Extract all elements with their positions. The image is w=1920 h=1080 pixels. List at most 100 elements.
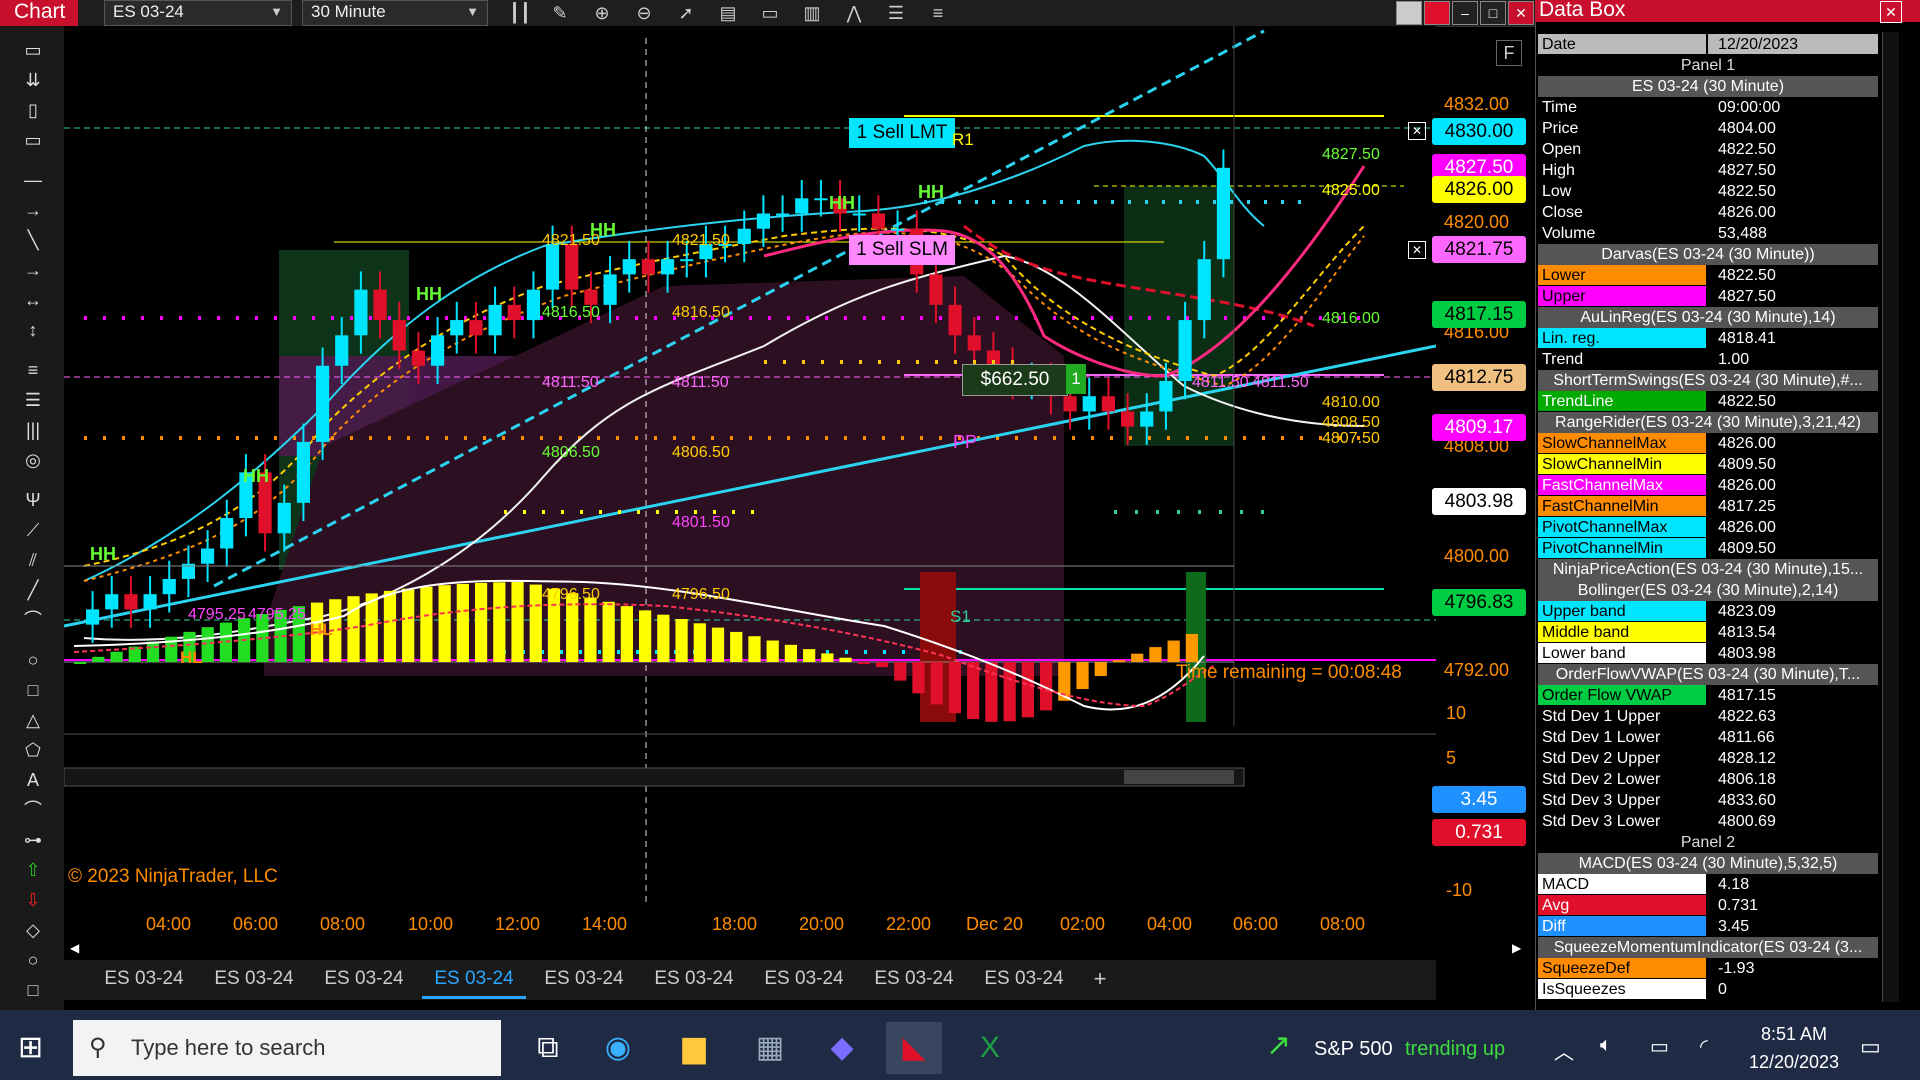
maximize-icon[interactable]: □ bbox=[1480, 1, 1506, 25]
chart-tab[interactable]: ES 03-24 bbox=[532, 962, 636, 996]
news-status[interactable]: trending up bbox=[1405, 1038, 1505, 1061]
strategies-icon[interactable]: ⋀ bbox=[840, 1, 868, 25]
data-box-key: Avg bbox=[1538, 895, 1706, 915]
data-box-value: 4811.66 bbox=[1718, 729, 1775, 746]
chart-tab[interactable]: ES 03-24 bbox=[642, 962, 746, 996]
cancel-order-icon[interactable]: ✕ bbox=[1408, 122, 1426, 140]
macd-histogram-bar bbox=[1094, 662, 1107, 676]
ellipse-icon[interactable]: ○ bbox=[18, 646, 48, 674]
chart-tab[interactable]: ES 03-24 bbox=[312, 962, 416, 996]
cancel-order-icon[interactable]: ✕ bbox=[1408, 241, 1426, 259]
clock-time[interactable]: 8:51 AM bbox=[1744, 1024, 1844, 1045]
chart-tab-active[interactable]: ES 03-24 bbox=[422, 962, 526, 999]
sell-limit-order[interactable]: 1 Sell LMT bbox=[849, 118, 955, 148]
gann-fan-icon[interactable]: ⟋ bbox=[18, 516, 48, 544]
zoom-in-icon[interactable]: ⊕ bbox=[588, 1, 616, 25]
chart-tab[interactable]: ES 03-24 bbox=[972, 962, 1076, 996]
interval-selector[interactable]: 30 Minute ▼ bbox=[302, 0, 488, 26]
candle-body bbox=[335, 335, 349, 366]
templates-icon[interactable]: ▭ bbox=[756, 1, 784, 25]
polygon-icon[interactable]: ⬠ bbox=[18, 736, 48, 764]
scroll-left-icon[interactable]: ◀ bbox=[70, 941, 79, 955]
arc-icon[interactable]: ⌒ bbox=[18, 606, 48, 634]
clock-date[interactable]: 12/20/2023 bbox=[1744, 1052, 1844, 1073]
position-quantity[interactable]: 1 bbox=[1066, 364, 1086, 394]
position-pnl[interactable]: $662.50 bbox=[962, 364, 1068, 396]
menu-icon[interactable]: ≡ bbox=[924, 1, 952, 25]
data-box-title: Data Box bbox=[1535, 0, 1920, 22]
rectangle-icon[interactable]: □ bbox=[18, 676, 48, 704]
line-icon[interactable]: — bbox=[18, 166, 48, 194]
regression-channel-icon[interactable]: ⫽ bbox=[18, 546, 48, 574]
horizontal-line-icon[interactable]: ↔ bbox=[18, 286, 48, 314]
dot-icon[interactable]: ○ bbox=[18, 946, 48, 974]
time-cycles-icon[interactable]: ⊶ bbox=[18, 826, 48, 854]
chevron-up-icon[interactable]: ︿ bbox=[1554, 1036, 1574, 1065]
minimize-icon[interactable]: – bbox=[1452, 1, 1478, 25]
properties-icon[interactable]: ☰ bbox=[882, 1, 910, 25]
news-title[interactable]: S&P 500 bbox=[1314, 1038, 1393, 1061]
fib-retracement-icon[interactable]: ≡ bbox=[18, 356, 48, 384]
wifi-icon[interactable]: ◜ bbox=[1700, 1034, 1708, 1059]
arrow-up-icon[interactable]: ⇧ bbox=[18, 856, 48, 884]
vertical-line-icon[interactable]: ↕ bbox=[18, 316, 48, 344]
chart-window-tab[interactable]: Chart bbox=[0, 0, 78, 26]
ruler-icon[interactable]: ▭ bbox=[18, 36, 48, 64]
data-box-scrollbar[interactable] bbox=[1882, 32, 1899, 1002]
excel-icon[interactable]: X bbox=[962, 1022, 1018, 1074]
chart-panel[interactable] bbox=[63, 26, 1437, 1010]
f-toggle-button[interactable]: F bbox=[1496, 40, 1522, 66]
speaker-icon[interactable]: 🔈︎ bbox=[1600, 1034, 1612, 1057]
ninjatrader-app-icon[interactable]: ◣ bbox=[886, 1022, 942, 1074]
arrow-line-icon[interactable]: → bbox=[18, 256, 48, 284]
scroll-right-icon[interactable]: ▶ bbox=[1512, 941, 1521, 955]
close-icon[interactable]: ✕ bbox=[1880, 1, 1902, 23]
taskbar-search-box[interactable]: ⚲ Type here to search bbox=[73, 1020, 501, 1076]
zoom-out-icon[interactable]: ⊖ bbox=[630, 1, 658, 25]
andrews-pitchfork-icon[interactable]: Ψ bbox=[18, 486, 48, 514]
data-box-key: Trend bbox=[1538, 349, 1706, 369]
data-box-value: 0 bbox=[1718, 981, 1727, 998]
close-icon[interactable]: ✕ bbox=[1508, 1, 1534, 25]
chart-tab[interactable]: ES 03-24 bbox=[202, 962, 306, 996]
scrollbar-thumb[interactable] bbox=[1124, 770, 1234, 784]
arrow-down-icon[interactable]: ⇩ bbox=[18, 886, 48, 914]
edge-browser-icon[interactable]: ◉ bbox=[590, 1022, 646, 1074]
square-icon[interactable]: □ bbox=[18, 976, 48, 1004]
trend-channel-icon[interactable]: ╱ bbox=[18, 576, 48, 604]
region-icon[interactable]: ▯ bbox=[18, 96, 48, 124]
diagonal-line-icon[interactable]: ╲ bbox=[18, 226, 48, 254]
path-icon[interactable]: ⌒ bbox=[18, 796, 48, 824]
bar-type-icon[interactable]: ┃┃ bbox=[506, 1, 534, 25]
chart-tab[interactable]: ES 03-24 bbox=[752, 962, 856, 996]
risk-reward-icon[interactable]: ⇊ bbox=[18, 66, 48, 94]
text-icon[interactable]: A bbox=[18, 766, 48, 794]
windows-start-icon[interactable]: ⊞ bbox=[18, 1030, 54, 1066]
macd-tag: 0.731 bbox=[1432, 819, 1526, 846]
copilot-icon[interactable]: ◆ bbox=[814, 1022, 870, 1074]
fib-extension-icon[interactable]: ☰ bbox=[18, 386, 48, 414]
data-box-icon[interactable]: ▤ bbox=[714, 1, 742, 25]
indicators-icon[interactable]: ▥ bbox=[798, 1, 826, 25]
task-view-icon[interactable]: ⧉ bbox=[520, 1022, 576, 1074]
notifications-icon[interactable]: ▭ bbox=[1860, 1034, 1881, 1060]
battery-icon[interactable]: ▭ bbox=[1650, 1034, 1669, 1059]
chart-tab[interactable]: ES 03-24 bbox=[92, 962, 196, 996]
triangle-icon[interactable]: △ bbox=[18, 706, 48, 734]
window-tab-icon[interactable] bbox=[1396, 1, 1422, 25]
fib-circle-icon[interactable]: ◎ bbox=[18, 446, 48, 474]
region-highlight-icon[interactable]: ▭ bbox=[18, 126, 48, 154]
drawing-pencil-icon[interactable]: ✎ bbox=[546, 1, 574, 25]
pointer-icon[interactable]: ➚ bbox=[672, 1, 700, 25]
instrument-selector[interactable]: ES 03-24 ▼ bbox=[104, 0, 292, 26]
horizontal-scrollbar[interactable] bbox=[63, 767, 1245, 787]
window-color-icon[interactable] bbox=[1424, 1, 1450, 25]
calculator-icon[interactable]: ▦ bbox=[742, 1022, 798, 1074]
add-tab-button[interactable]: + bbox=[1082, 962, 1118, 996]
fib-time-icon[interactable]: ||| bbox=[18, 416, 48, 444]
ray-icon[interactable]: → bbox=[18, 196, 48, 224]
chart-tab[interactable]: ES 03-24 bbox=[862, 962, 966, 996]
sell-stop-order[interactable]: 1 Sell SLM bbox=[849, 235, 955, 265]
file-explorer-icon[interactable]: ▆ bbox=[666, 1022, 722, 1074]
diamond-icon[interactable]: ◇ bbox=[18, 916, 48, 944]
